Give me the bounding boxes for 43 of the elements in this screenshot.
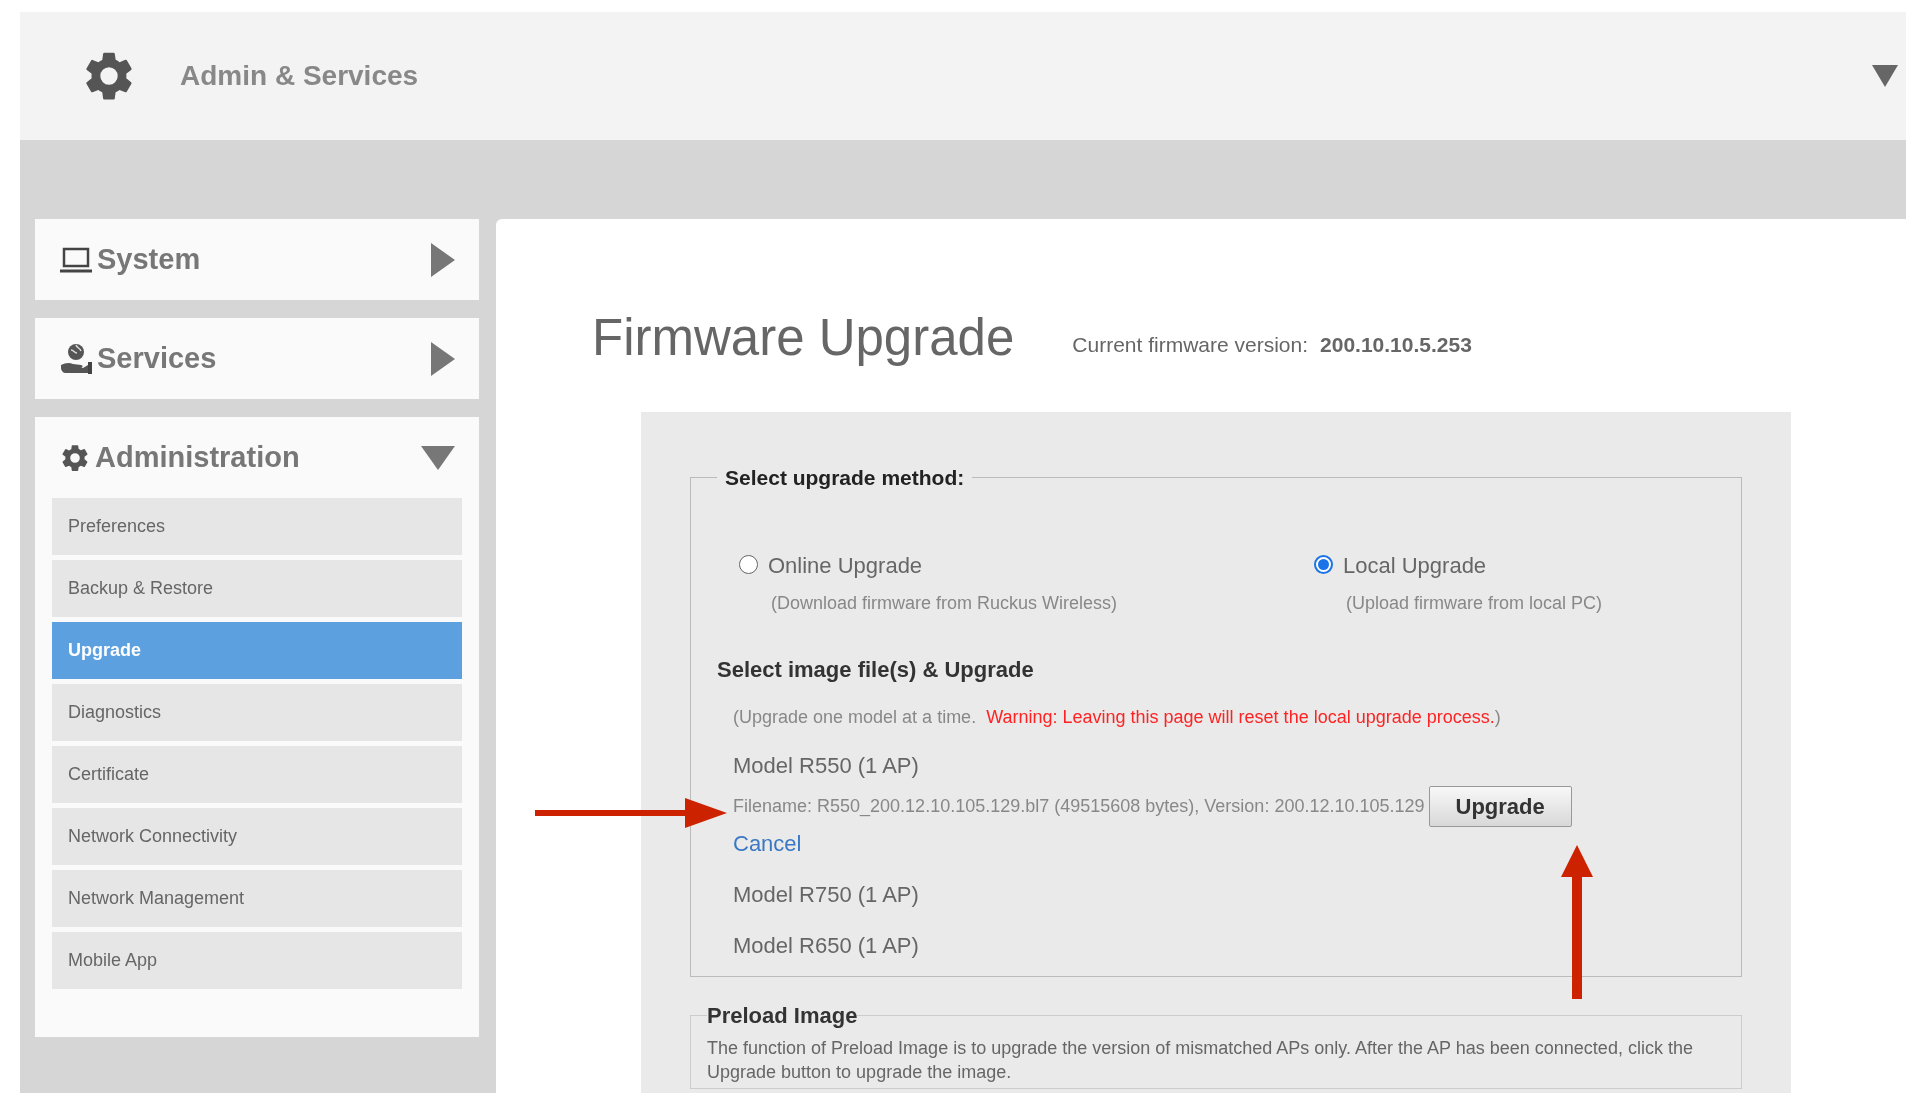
sidebar-item[interactable]: Mobile App <box>52 932 462 989</box>
collapse-triangle-icon <box>421 445 455 470</box>
section-title: Administration <box>95 439 301 475</box>
sidebar-item[interactable]: Upgrade <box>52 622 462 679</box>
sidebar-section-header[interactable]: Administration <box>35 417 479 498</box>
section-title: Services <box>97 340 218 376</box>
sidebar-section-header[interactable]: Services <box>35 318 479 399</box>
radio-button[interactable] <box>1314 554 1333 574</box>
preload-description: The function of Preload Image is to upgrade the version of mismatched APs only. After the AP has been connected, click the Upgrade button to upgrade the image. <box>707 1036 1694 1084</box>
laptop-icon <box>59 245 93 274</box>
header-title: Admin & Services <box>180 59 420 93</box>
sidebar-item[interactable]: Preferences <box>52 498 462 555</box>
expand-triangle-icon <box>431 341 455 376</box>
dropdown-triangle-icon[interactable] <box>1872 65 1898 87</box>
radio-hint: (Upload firmware from local PC) <box>1346 591 1603 615</box>
sidebar-item[interactable]: Backup & Restore <box>52 560 462 617</box>
page-title: Firmware Upgrade <box>592 308 1015 368</box>
note-text: ) <box>1494 705 1501 729</box>
group-legend: Select upgrade method: <box>717 462 973 494</box>
firmware-version: 200.10.10.5.253 <box>1320 332 1472 358</box>
radio-hint: (Download firmware from Ruckus Wireless) <box>771 591 1118 615</box>
sidebar-section-header[interactable]: System <box>35 219 479 300</box>
model-name: Model R550 (1 AP) <box>733 751 920 780</box>
section-title: System <box>97 241 202 277</box>
radio-label[interactable]: Local Upgrade <box>1343 548 1603 582</box>
firmware-label: Current firmware version: <box>1072 332 1309 358</box>
radio-label[interactable]: Online Upgrade <box>768 548 1118 582</box>
group-legend: Preload Image <box>707 998 858 1032</box>
sidebar-item[interactable]: Network Connectivity <box>52 808 462 865</box>
section-heading: Select image file(s) & Upgrade <box>717 655 1035 684</box>
file-info: Filename: R550_200.12.10.105.129.bl7 (49515608 bytes), Version: 200.12.10.105.129 <box>733 794 1425 819</box>
note-text: (Upgrade one model at a time. <box>733 705 977 729</box>
model-name: Model R650 (1 AP) <box>733 931 920 960</box>
sidebar-item[interactable]: Diagnostics <box>52 684 462 741</box>
sidebar-item[interactable]: Certificate <box>52 746 462 803</box>
warning-text: Warning: Leaving this page will reset the local upgrade process. <box>986 705 1495 729</box>
upgrade-button[interactable]: Upgrade <box>1428 785 1572 827</box>
expand-triangle-icon <box>431 242 455 277</box>
sidebar-item[interactable]: Network Management <box>52 870 462 927</box>
cancel-link[interactable]: Cancel <box>733 826 802 860</box>
radio-button[interactable] <box>739 554 758 574</box>
globe-hand-icon <box>59 342 93 375</box>
model-name: Model R750 (1 AP) <box>733 880 920 909</box>
